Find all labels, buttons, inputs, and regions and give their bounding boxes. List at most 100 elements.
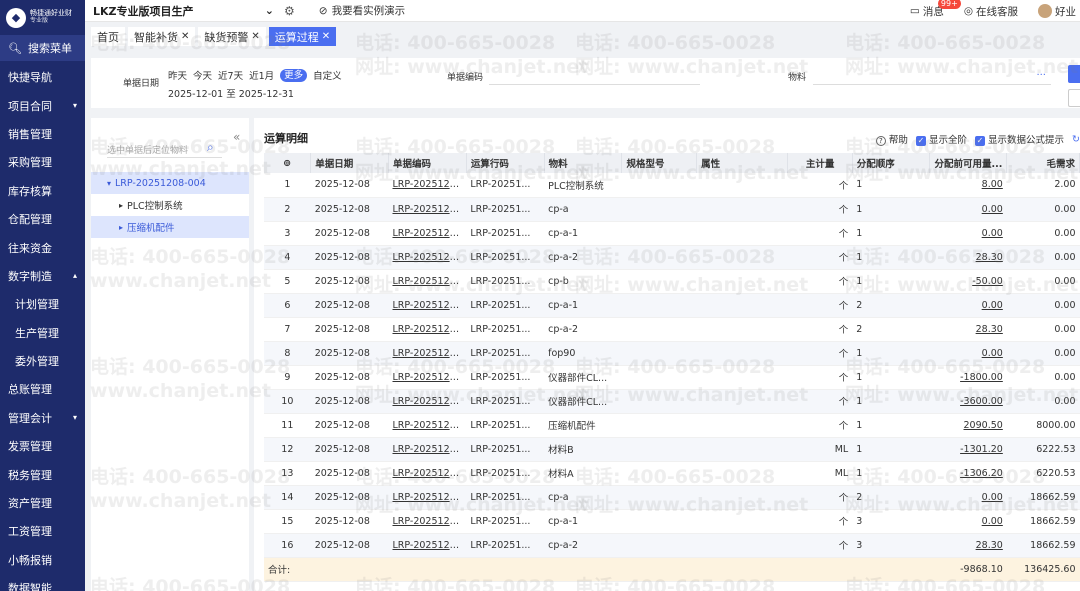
nav-item[interactable]: 总账管理 bbox=[0, 375, 85, 403]
column-header[interactable]: 单据日期 bbox=[310, 153, 389, 173]
doc-code-link[interactable]: LRP-20251208- bbox=[388, 485, 467, 510]
tree-node[interactable]: ▸ PLC控制系统 bbox=[91, 194, 249, 216]
refresh-icon[interactable]: ↻ bbox=[1072, 134, 1080, 145]
available-qty-link[interactable]: -1306.20 bbox=[929, 461, 1007, 486]
tab[interactable]: 运算过程 ✕ bbox=[268, 27, 337, 46]
table-row[interactable]: 11 2025-12-08 LRP-20251208- LRP-20251... 压缩机… bbox=[264, 413, 1080, 438]
doc-code-link[interactable]: LRP-20251208- bbox=[388, 221, 467, 246]
column-header[interactable]: 属性 bbox=[696, 153, 789, 173]
nav-item[interactable]: 计划管理 bbox=[0, 290, 85, 318]
available-qty-link[interactable]: 2090.50 bbox=[929, 413, 1007, 438]
nav-item[interactable]: 资产管理 bbox=[0, 489, 85, 517]
doc-code-link[interactable]: LRP-20251208- bbox=[388, 389, 467, 414]
messages-button[interactable]: ▭ 消息 99+ bbox=[910, 0, 961, 19]
nav-item[interactable]: 项目合同 ▾ bbox=[0, 91, 85, 119]
nav-item[interactable]: 销售管理 bbox=[0, 120, 85, 148]
column-header[interactable]: 分配顺序 bbox=[852, 153, 930, 173]
nav-item[interactable]: 数字制造 ▴ bbox=[0, 262, 85, 290]
tab[interactable]: 首页 bbox=[91, 27, 125, 46]
table-row[interactable]: 6 2025-12-08 LRP-20251208- LRP-20251... cp-a… bbox=[264, 293, 1080, 318]
table-row[interactable]: 15 2025-12-08 LRP-20251208- LRP-20251... cp-… bbox=[264, 509, 1080, 534]
doc-code-link[interactable]: LRP-20251208- bbox=[388, 317, 467, 342]
table-row[interactable]: 7 2025-12-08 LRP-20251208- LRP-20251... cp-a… bbox=[264, 317, 1080, 342]
nav-item[interactable]: 发票管理 bbox=[0, 432, 85, 460]
nav-item[interactable]: 数据智能 bbox=[0, 574, 85, 591]
date-quick-option[interactable]: 昨天 bbox=[168, 68, 187, 82]
project-select[interactable]: LKZ专业版项目生产 ⌄ bbox=[85, 3, 280, 19]
date-quick-option[interactable]: 近1月 bbox=[249, 68, 274, 82]
reset-button[interactable] bbox=[1068, 89, 1080, 107]
table-row[interactable]: 12 2025-12-08 LRP-20251208- LRP-20251... 材料B… bbox=[264, 437, 1080, 462]
available-qty-link[interactable]: 28.30 bbox=[929, 533, 1007, 558]
column-header[interactable]: 物料 bbox=[544, 153, 623, 173]
nav-item[interactable]: 委外管理 bbox=[0, 347, 85, 375]
date-quick-option[interactable]: 今天 bbox=[193, 68, 212, 82]
doc-code-link[interactable]: LRP-20251208- bbox=[388, 173, 467, 198]
available-qty-link[interactable]: 28.30 bbox=[929, 317, 1007, 342]
available-qty-link[interactable]: -50.00 bbox=[929, 269, 1007, 294]
tree-node[interactable]: ▾ LRP-20251208-004 bbox=[91, 172, 249, 194]
table-row[interactable]: 5 2025-12-08 LRP-20251208- LRP-20251... cp-b… bbox=[264, 269, 1080, 294]
doc-code-link[interactable]: LRP-20251208- bbox=[388, 293, 467, 318]
tree-node[interactable]: ▸ 压缩机配件 bbox=[91, 216, 249, 238]
nav-item[interactable]: 往来资金 bbox=[0, 233, 85, 261]
available-qty-link[interactable]: 0.00 bbox=[929, 485, 1007, 510]
tab[interactable]: 缺货预警 ✕ bbox=[198, 27, 266, 46]
nav-item[interactable]: 管理会计 ▾ bbox=[0, 404, 85, 432]
available-qty-link[interactable]: -1800.00 bbox=[929, 365, 1007, 390]
available-qty-link[interactable]: 8.00 bbox=[929, 173, 1007, 198]
query-button[interactable] bbox=[1068, 65, 1080, 83]
column-header[interactable]: 毛需求 bbox=[1006, 153, 1080, 173]
more-options-icon[interactable]: ··· bbox=[1036, 70, 1046, 81]
nav-item[interactable]: 税务管理 bbox=[0, 460, 85, 488]
nav-item[interactable]: 仓配管理 bbox=[0, 205, 85, 233]
search-icon[interactable]: ⌕ bbox=[207, 140, 214, 155]
close-icon[interactable]: ✕ bbox=[322, 31, 330, 42]
available-qty-link[interactable]: 0.00 bbox=[929, 293, 1007, 318]
material-input[interactable] bbox=[813, 69, 1051, 85]
table-row[interactable]: 8 2025-12-08 LRP-20251208- LRP-20251... fop9… bbox=[264, 341, 1080, 366]
close-icon[interactable]: ✕ bbox=[181, 31, 189, 42]
table-row[interactable]: 10 2025-12-08 LRP-20251208- LRP-20251... 仪器部… bbox=[264, 389, 1080, 414]
nav-item[interactable]: 工资管理 bbox=[0, 517, 85, 545]
custom-date-option[interactable]: 自定义 bbox=[313, 68, 342, 82]
help-link[interactable]: ? 帮助 bbox=[875, 132, 908, 146]
available-qty-link[interactable]: -3600.00 bbox=[929, 389, 1007, 414]
available-qty-link[interactable]: -1301.20 bbox=[929, 437, 1007, 462]
nav-item[interactable]: 生产管理 bbox=[0, 319, 85, 347]
available-qty-link[interactable]: 0.00 bbox=[929, 509, 1007, 534]
table-row[interactable]: 1 2025-12-08 LRP-20251208- LRP-20251... PLC控… bbox=[264, 173, 1080, 198]
available-qty-link[interactable]: 28.30 bbox=[929, 245, 1007, 270]
tab[interactable]: 智能补货 ✕ bbox=[128, 27, 196, 46]
table-row[interactable]: 4 2025-12-08 LRP-20251208- LRP-20251... cp-a… bbox=[264, 245, 1080, 270]
table-row[interactable]: 9 2025-12-08 LRP-20251208- LRP-20251... 仪器部件… bbox=[264, 365, 1080, 390]
doc-code-link[interactable]: LRP-20251208- bbox=[388, 413, 467, 438]
doc-code-link[interactable]: LRP-20251208- bbox=[388, 461, 467, 486]
table-row[interactable]: 14 2025-12-08 LRP-20251208- LRP-20251... cp-… bbox=[264, 485, 1080, 510]
column-header[interactable]: 规格型号 bbox=[621, 153, 698, 173]
gear-icon[interactable]: ⚙ bbox=[284, 4, 295, 18]
date-range[interactable]: 2025-12-01 至 2025-12-31 bbox=[168, 86, 294, 100]
table-row[interactable]: 16 2025-12-08 LRP-20251208- LRP-20251... cp-… bbox=[264, 533, 1080, 558]
column-header[interactable]: 单据编码 bbox=[388, 153, 467, 173]
table-row[interactable]: 2 2025-12-08 LRP-20251208- LRP-20251... cp-a… bbox=[264, 197, 1080, 222]
doc-code-link[interactable]: LRP-20251208- bbox=[388, 341, 467, 366]
more-dates-button[interactable]: 更多 bbox=[280, 68, 308, 82]
available-qty-link[interactable]: 0.00 bbox=[929, 341, 1007, 366]
doc-code-link[interactable]: LRP-20251208- bbox=[388, 509, 467, 534]
available-qty-link[interactable]: 0.00 bbox=[929, 221, 1007, 246]
user-menu[interactable]: 好业 bbox=[1038, 4, 1076, 19]
service-button[interactable]: ◎ 在线客服 bbox=[964, 4, 1018, 19]
doc-code-link[interactable]: LRP-20251208- bbox=[388, 197, 467, 222]
column-header[interactable]: 分配前可用量... bbox=[929, 153, 1008, 173]
doc-code-link[interactable]: LRP-20251208- bbox=[388, 365, 467, 390]
code-input[interactable] bbox=[489, 69, 700, 85]
doc-code-link[interactable]: LRP-20251208- bbox=[388, 533, 467, 558]
column-header[interactable]: ⊚ bbox=[264, 153, 312, 173]
show-formula-checkbox[interactable]: ✓ 显示数据公式提示 bbox=[974, 132, 1064, 146]
demo-link[interactable]: ⊘ 我要看实例演示 bbox=[319, 3, 405, 18]
date-quick-option[interactable]: 近7天 bbox=[218, 68, 243, 82]
nav-item[interactable]: 快捷导航 bbox=[0, 63, 85, 91]
table-row[interactable]: 3 2025-12-08 LRP-20251208- LRP-20251... cp-a… bbox=[264, 221, 1080, 246]
show-all-levels-checkbox[interactable]: ✓ 显示全阶 bbox=[915, 132, 967, 146]
